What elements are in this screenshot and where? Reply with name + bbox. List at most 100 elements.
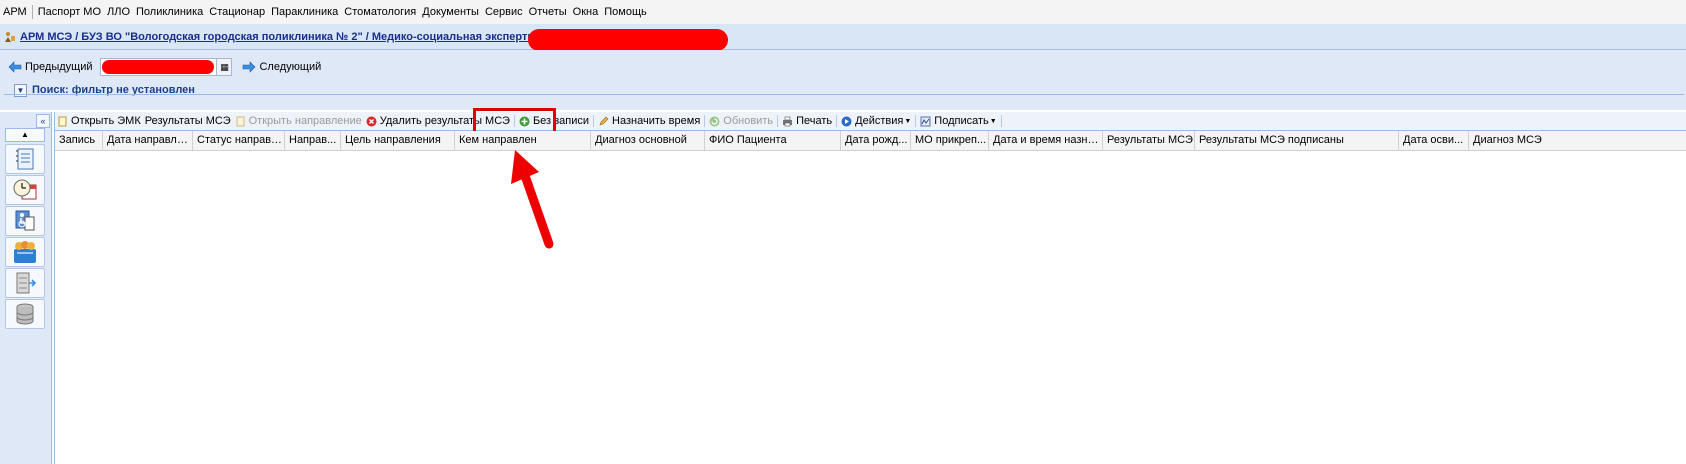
sign-label: Подписать xyxy=(934,115,989,127)
toolbar-separator xyxy=(836,115,838,127)
actions-menu-button[interactable]: Действия ▼ xyxy=(839,115,913,127)
filter-divider xyxy=(4,94,1684,95)
menu-hospital[interactable]: Стационар xyxy=(206,6,268,18)
document-icon xyxy=(58,116,67,126)
menu-documents[interactable]: Документы xyxy=(419,6,482,18)
refresh-icon xyxy=(709,116,720,126)
column-header-main-diagnosis[interactable]: Диагноз основной xyxy=(591,131,705,150)
column-header-mse-diagnosis[interactable]: Диагноз МСЭ xyxy=(1469,131,1686,150)
menu-arm[interactable]: АРМ xyxy=(0,6,30,18)
menu-polyclinic[interactable]: Поликлиника xyxy=(133,6,206,18)
database-tool-button[interactable] xyxy=(5,299,45,329)
results-mse-label: Результаты МСЭ xyxy=(144,115,231,127)
patient-tool-button[interactable] xyxy=(5,206,45,236)
breadcrumb-link[interactable]: АРМ МСЭ / БУЗ ВО "Вологодская городская … xyxy=(20,31,546,43)
assign-time-label: Назначить время xyxy=(612,115,701,127)
main-menu-bar: АРМ Паспорт МО ЛЛО Поликлиника Стационар… xyxy=(0,0,1686,25)
filter-row: ▼ Поиск: фильтр не установлен xyxy=(14,80,195,100)
column-header-referral-date[interactable]: Дата направле... xyxy=(103,131,193,150)
open-emk-label: Открыть ЭМК xyxy=(71,115,141,127)
printer-icon xyxy=(783,116,793,126)
journal-tool-button[interactable] xyxy=(5,144,45,174)
open-referral-button[interactable]: Открыть направление xyxy=(233,115,364,127)
column-header-referral-status[interactable]: Статус направл... xyxy=(193,131,285,150)
print-label: Печать xyxy=(796,115,833,127)
signature-icon xyxy=(920,116,931,126)
chevron-down-icon: ▼ xyxy=(989,117,997,125)
open-referral-label: Открыть направление xyxy=(248,115,362,127)
without-record-button[interactable]: Без записи xyxy=(517,115,591,127)
collapse-left-icon[interactable]: « xyxy=(36,114,50,128)
scroll-up-button[interactable]: ▲ xyxy=(5,128,45,142)
tools-sidebar: « ▲ xyxy=(0,112,52,464)
next-button[interactable]: Следующий xyxy=(242,61,321,73)
chevron-down-icon: ▼ xyxy=(904,117,912,125)
column-header-mse-results[interactable]: Результаты МСЭ xyxy=(1103,131,1195,150)
toolbar-separator xyxy=(513,115,515,127)
toolbar-separator xyxy=(777,115,779,127)
redacted-area xyxy=(528,29,728,51)
column-header-attached-mo[interactable]: МО прикреп... xyxy=(911,131,989,150)
menu-service[interactable]: Сервис xyxy=(482,6,526,18)
menu-reports[interactable]: Отчеты xyxy=(526,6,570,18)
menu-separator xyxy=(31,5,33,19)
next-label: Следующий xyxy=(259,61,322,73)
users-tool-button[interactable] xyxy=(5,237,45,267)
sign-menu-button[interactable]: Подписать ▼ xyxy=(918,115,998,127)
menu-llo[interactable]: ЛЛО xyxy=(104,6,133,18)
patient-nav-panel: Предыдущий ▦ Следующий ▼ Поиск: фильтр н… xyxy=(0,50,1686,110)
server-arrow-icon xyxy=(16,272,37,294)
column-header-exam-date[interactable]: Дата осви... xyxy=(1399,131,1469,150)
prev-button[interactable]: Предыдущий xyxy=(8,61,92,73)
results-mse-button[interactable]: Результаты МСЭ xyxy=(143,115,233,127)
assign-time-button[interactable]: Назначить время xyxy=(596,115,702,127)
without-record-label: Без записи xyxy=(532,115,590,127)
delete-results-label: Удалить результаты МСЭ xyxy=(379,115,510,127)
breadcrumb-bar: АРМ МСЭ / БУЗ ВО "Вологодская городская … xyxy=(0,24,1686,50)
open-emk-button[interactable]: Открыть ЭМК xyxy=(55,115,143,127)
grid-body[interactable] xyxy=(55,151,1686,464)
menu-paraclinic[interactable]: Параклиника xyxy=(268,6,341,18)
arrow-left-icon xyxy=(8,61,22,73)
workplace-icon xyxy=(4,31,16,43)
column-header-birth-date[interactable]: Дата рожд... xyxy=(841,131,911,150)
pencil-icon xyxy=(599,116,609,125)
patient-nav-row: Предыдущий ▦ Следующий xyxy=(0,56,321,78)
column-header-referred-by[interactable]: Кем направлен xyxy=(455,131,591,150)
annotation-arrow-icon xyxy=(511,150,554,249)
delete-icon xyxy=(366,116,377,126)
arrow-right-icon xyxy=(243,61,256,73)
column-header-referral-purpose[interactable]: Цель направления xyxy=(341,131,455,150)
redacted-area xyxy=(102,60,215,74)
prev-label: Предыдущий xyxy=(25,61,93,73)
column-header-patient-name[interactable]: ФИО Пациента xyxy=(705,131,841,150)
toolbar-separator xyxy=(915,115,917,127)
clock-calendar-icon xyxy=(13,179,37,200)
document-icon xyxy=(236,116,245,126)
column-header-direction[interactable]: Направ... xyxy=(285,131,341,150)
database-export-button[interactable] xyxy=(5,268,45,298)
column-header-record[interactable]: Запись xyxy=(55,131,103,150)
print-button[interactable]: Печать xyxy=(780,115,834,127)
grid-header-row: Запись Дата направле... Статус направл..… xyxy=(55,131,1686,151)
patient-select[interactable]: ▦ xyxy=(100,58,233,76)
column-header-mse-results-signed[interactable]: Результаты МСЭ подписаны xyxy=(1195,131,1399,150)
people-icon xyxy=(14,241,36,263)
delete-results-button[interactable]: Удалить результаты МСЭ xyxy=(364,115,512,127)
menu-help[interactable]: Помощь xyxy=(601,6,650,18)
calendar-icon[interactable]: ▦ xyxy=(216,59,232,75)
toolbar-separator xyxy=(1000,115,1002,127)
refresh-label: Обновить xyxy=(723,115,774,127)
refresh-button[interactable]: Обновить xyxy=(707,115,775,127)
notebook-icon xyxy=(16,148,34,170)
add-icon xyxy=(519,116,530,126)
menu-windows[interactable]: Окна xyxy=(570,6,602,18)
mse-grid-panel: Открыть ЭМК Результаты МСЭ Открыть напра… xyxy=(54,108,1686,464)
schedule-tool-button[interactable] xyxy=(5,175,45,205)
play-icon xyxy=(841,116,852,126)
toolbar-separator xyxy=(593,115,595,127)
actions-label: Действия xyxy=(855,115,904,127)
column-header-appointment-datetime[interactable]: Дата и время назнач... xyxy=(989,131,1103,150)
menu-dentistry[interactable]: Стоматология xyxy=(341,6,419,18)
menu-passport-mo[interactable]: Паспорт МО xyxy=(35,6,104,18)
